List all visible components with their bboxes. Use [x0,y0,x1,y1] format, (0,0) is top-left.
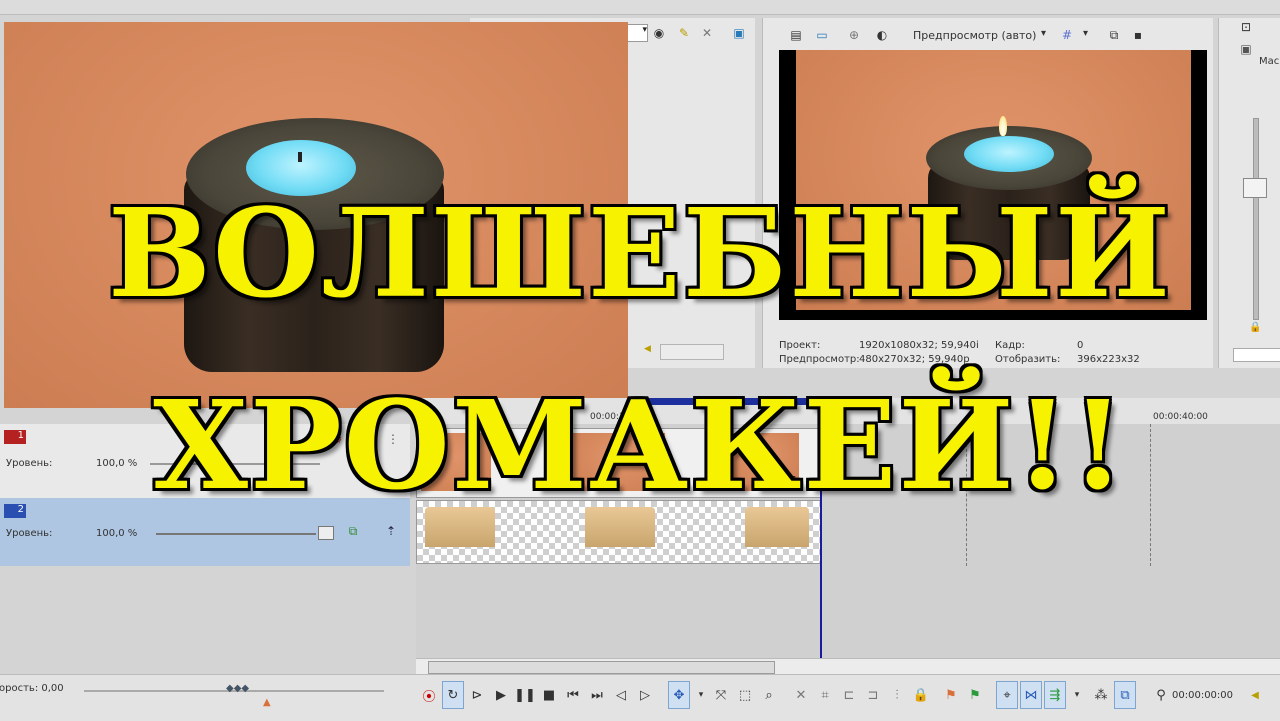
go-end-button[interactable]: ⏭ [586,681,608,709]
track-2-level-label: Уровень: [6,528,53,539]
top-toolbar [0,0,1280,15]
ripple-dropdown[interactable]: ▾ [1066,681,1088,709]
rate-label: Скорость: 0,00 [0,683,64,694]
preview-res-value: 480x270x32; 59,940p [859,354,970,365]
track-2-fx-icon[interactable]: ⧉ [344,522,362,540]
preview-settings-icon[interactable]: ▤ [787,26,805,44]
save-snapshot-icon[interactable]: ▪ [1129,26,1147,44]
overlay-title-line-2: ХРОМАКЕЙ!! [153,373,1127,517]
timecode-icon: ⚲ [1156,687,1166,703]
overlay-title-line-1: ВОЛШЕБНЫЙ [107,181,1173,325]
loop-button[interactable]: ↻ [442,681,464,709]
close-icon[interactable]: ✕ [698,24,716,42]
master-icon[interactable]: ⊡ [1237,18,1255,36]
rate-marker-icon: ▲ [263,697,271,708]
next-frame-button[interactable]: ▷ [634,681,656,709]
grid-arrow-icon[interactable]: ▾ [1083,28,1088,39]
marker-button[interactable]: ⚑ [940,681,962,709]
auto-crossfade-button[interactable]: ⋈ [1020,681,1042,709]
magic-icon[interactable]: ✎ [675,24,693,42]
region-button[interactable]: ⚑ [964,681,986,709]
group-button[interactable]: ⁂ [1090,681,1112,709]
track-2-level-slider[interactable] [156,533,316,535]
play-button[interactable]: ▶ [490,681,512,709]
preview-candle-wax [964,136,1054,172]
prev-frame-button[interactable]: ◁ [610,681,632,709]
preview-mode-select[interactable]: Предпросмотр (авто) [913,29,1036,42]
auto-ripple-button[interactable]: ⇶ [1044,681,1066,709]
track-2-slider-handle[interactable] [318,526,334,540]
master-close-icon[interactable]: ▣ [1237,40,1255,58]
split-button[interactable]: ⫶ [886,681,908,709]
zoom-tool-button[interactable]: ⌕ [758,681,780,709]
trim-button[interactable]: ⌗ [814,681,836,709]
timecode-display[interactable]: 00:00:00:00 [1172,690,1233,701]
master-label: Мас [1259,56,1280,67]
trim-end-button[interactable]: ⊐ [862,681,884,709]
trim-start-button[interactable]: ⊏ [838,681,860,709]
track-2-up-icon[interactable]: ⇡ [382,522,400,540]
grid-icon[interactable]: # [1058,26,1076,44]
preview-quality-icon[interactable]: ◐ [873,26,891,44]
preview-mode-arrow-icon[interactable]: ▾ [1041,28,1046,39]
stop-button[interactable]: ■ [538,681,560,709]
edit-tool-dropdown[interactable]: ▾ [690,681,712,709]
lock-envelope-button[interactable]: 🔒 [910,681,932,709]
frame-label: Кадр: [995,340,1025,351]
delete-button[interactable]: ✕ [790,681,812,709]
external-monitor-icon[interactable]: ▭ [813,26,831,44]
pause-button[interactable]: ❚❚ [514,681,536,709]
media-icon-1[interactable]: ◉ [650,24,668,42]
project-value: 1920x1080x32; 59,940i [859,340,979,351]
display-label: Отобразить: [995,354,1061,365]
record-button[interactable]: ⦿ [418,681,440,709]
selection-tool-button[interactable]: ⬚ [734,681,756,709]
preview-flame-icon [999,116,1007,136]
hscroll-thumb[interactable] [428,661,775,674]
track-2-level-value: 100,0 % [96,528,138,539]
display-value: 396x223x32 [1077,354,1140,365]
split-icon[interactable]: ⊕ [845,26,863,44]
master-scroll[interactable] [1233,348,1280,362]
timecode-marker-icon: ◀ [1251,689,1259,701]
thumb-wick-icon [298,152,302,162]
monitor-icon[interactable]: ▣ [730,24,748,42]
frame-value: 0 [1077,340,1084,351]
play-from-start-button[interactable]: ⊳ [466,681,488,709]
envelope-tool-button[interactable]: ⤧ [710,681,732,709]
go-start-button[interactable]: ⏮ [562,681,584,709]
rate-handle-icon[interactable]: ◆◆◆ [226,683,249,694]
event-button[interactable]: ⧉ [1114,681,1136,709]
track-empty-area [0,566,410,660]
media-field[interactable] [660,344,724,360]
project-label: Проект: [779,340,821,351]
preview-res-label: Предпросмотр: [779,354,860,365]
media-triangle-icon: ◀ [644,344,651,354]
normal-edit-tool-button[interactable]: ✥ [668,681,690,709]
snapping-button[interactable]: ⌖ [996,681,1018,709]
timeline-hscroll[interactable] [416,658,1280,675]
copy-snapshot-icon[interactable]: ⧉ [1105,26,1123,44]
timeline-empty [416,566,1280,658]
